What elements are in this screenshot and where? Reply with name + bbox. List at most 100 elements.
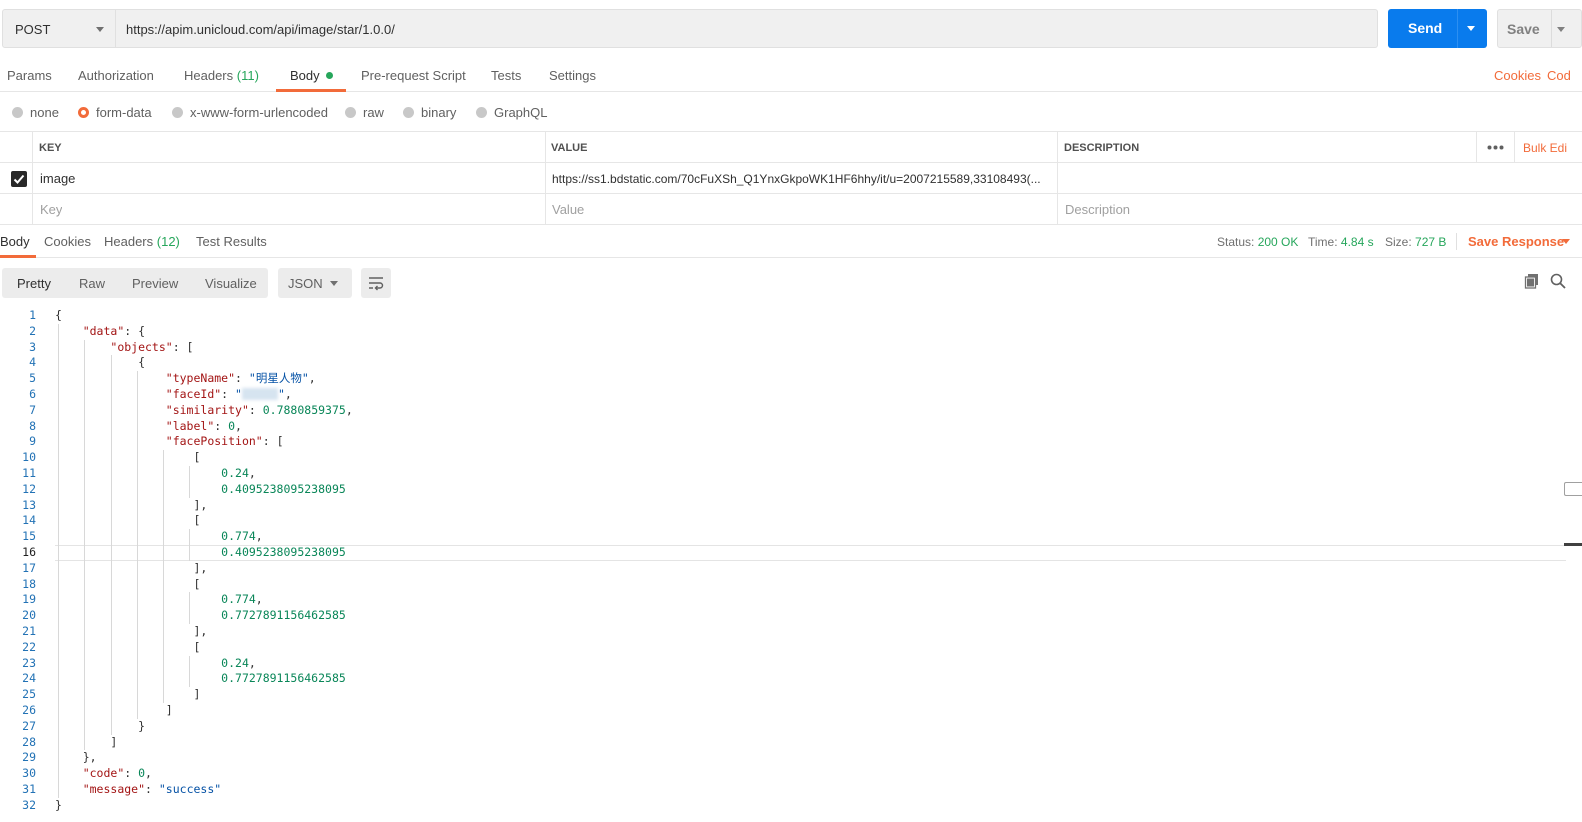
editor-scrollbar[interactable] (1566, 306, 1582, 822)
code-line: 0.24, (55, 466, 256, 482)
radio-label: form-data (96, 105, 152, 120)
method-select[interactable]: POST (2, 9, 116, 48)
view-pretty[interactable]: Pretty (17, 276, 51, 291)
key-placeholder: Key (40, 202, 63, 217)
response-tab-cookies[interactable]: Cookies (44, 234, 91, 249)
description-placeholder: Description (1065, 202, 1131, 217)
tab-tests[interactable]: Tests (491, 68, 521, 83)
table-header-row: KEY VALUE DESCRIPTION Bulk Edi (0, 132, 1582, 163)
radio-x-www-form-urlencoded[interactable]: x-www-form-urlencoded (172, 105, 328, 120)
status-value: 200 OK (1257, 235, 1299, 249)
code-token: 0.24 (221, 466, 249, 480)
response-tab-body[interactable]: Body (0, 234, 30, 249)
code-token: : (221, 387, 236, 401)
description-cell[interactable] (1057, 163, 1582, 194)
line-number: 17 (22, 560, 36, 575)
response-tab-test-results[interactable]: Test Results (196, 234, 267, 249)
radio-raw[interactable]: raw (345, 105, 384, 120)
save-options-chevron-icon[interactable] (1557, 27, 1565, 32)
wrap-lines-button[interactable] (361, 268, 391, 298)
tab-label: Body (290, 68, 320, 83)
line-number: 24 (22, 671, 36, 686)
header-value-cell: VALUE (545, 132, 1057, 163)
line-number: 4 (29, 355, 36, 370)
cookies-link[interactable]: Cookies (1494, 68, 1541, 83)
code-link[interactable]: Cod (1547, 68, 1571, 83)
radio-graphql[interactable]: GraphQL (476, 105, 547, 120)
table-row-new: Key Value Description (0, 194, 1582, 225)
value-text: https://ss1.bdstatic.com/70cFuXSh_Q1YnxG… (552, 172, 1041, 186)
code-token: "明星人物" (248, 371, 309, 386)
body-type-options: none form-data x-www-form-urlencoded raw… (0, 92, 1582, 132)
line-number: 30 (22, 766, 36, 781)
code-token: ], (55, 624, 208, 638)
send-options-chevron-icon[interactable] (1467, 26, 1475, 31)
code-line: ], (55, 561, 207, 577)
tab-pre-request-script[interactable]: Pre-request Script (361, 68, 466, 83)
chevron-down-icon (330, 281, 338, 286)
url-input[interactable]: https://apim.unicloud.com/api/image/star… (116, 9, 1378, 48)
radio-none[interactable]: none (12, 105, 59, 120)
line-number: 20 (22, 608, 36, 623)
tab-params[interactable]: Params (7, 68, 52, 83)
code-token: 0 (228, 418, 236, 433)
code-line: 0.774, (55, 592, 263, 608)
code-line: } (55, 798, 62, 814)
value-placeholder-cell[interactable]: Value (545, 194, 1057, 225)
radio-circle-icon (172, 107, 183, 118)
copy-icon[interactable] (1524, 273, 1540, 289)
scrollbar-thumb[interactable] (1564, 482, 1582, 496)
code-token: ], (55, 497, 208, 512)
header-value: VALUE (551, 142, 588, 154)
headers-count: (11) (236, 68, 259, 83)
tab-body[interactable]: Body (290, 68, 333, 83)
code-line: ] (55, 735, 117, 751)
more-options-icon[interactable] (1487, 145, 1504, 150)
code-token: : (235, 371, 249, 386)
value-cell[interactable]: https://ss1.bdstatic.com/70cFuXSh_Q1YnxG… (545, 163, 1057, 194)
chevron-down-icon[interactable] (1562, 239, 1570, 244)
radio-label: x-www-form-urlencoded (190, 105, 328, 120)
search-icon[interactable] (1550, 273, 1566, 289)
save-response-button[interactable]: Save Response (1468, 234, 1564, 249)
format-select[interactable]: JSON (278, 268, 352, 298)
view-preview[interactable]: Preview (132, 276, 178, 291)
description-placeholder-cell[interactable]: Description (1057, 194, 1582, 225)
key-placeholder-cell[interactable]: Key (32, 194, 545, 225)
line-number: 10 (22, 450, 36, 465)
code-token: ] (55, 734, 118, 749)
code-line: { (55, 308, 62, 324)
scrollbar-cursor-marker (1564, 543, 1582, 546)
send-button[interactable]: Send (1388, 9, 1487, 48)
radio-binary[interactable]: binary (403, 105, 456, 120)
code-line: ], (55, 624, 207, 640)
row-enabled-checkbox[interactable] (11, 171, 27, 187)
radio-form-data[interactable]: form-data (78, 105, 152, 120)
send-divider (1457, 9, 1458, 48)
view-raw[interactable]: Raw (79, 276, 105, 291)
line-number: 9 (29, 434, 36, 449)
response-tab-headers[interactable]: Headers (12) (104, 234, 180, 249)
radio-selected-icon (78, 107, 89, 118)
line-number: 22 (22, 639, 36, 654)
tab-settings[interactable]: Settings (549, 68, 596, 83)
method-label: POST (15, 22, 51, 37)
bulk-edit-link[interactable]: Bulk Edi (1523, 141, 1567, 155)
response-body-editor[interactable]: 1 2 3 4 5 6 7 8 9 10 11 12 13 14 15 16 17 18 19 20 21 22 23 24 2… (0, 306, 1566, 822)
tab-headers[interactable]: Headers (11) (184, 68, 259, 83)
save-button[interactable]: Save (1497, 9, 1582, 48)
code-token: 0.7880859375 (262, 402, 346, 417)
line-number: 6 (29, 387, 36, 401)
code-line: 0.4095238095238095 (55, 482, 346, 498)
radio-circle-icon (345, 107, 356, 118)
key-cell[interactable]: image (32, 163, 545, 194)
tab-authorization[interactable]: Authorization (78, 68, 154, 83)
view-visualize[interactable]: Visualize (205, 276, 257, 291)
